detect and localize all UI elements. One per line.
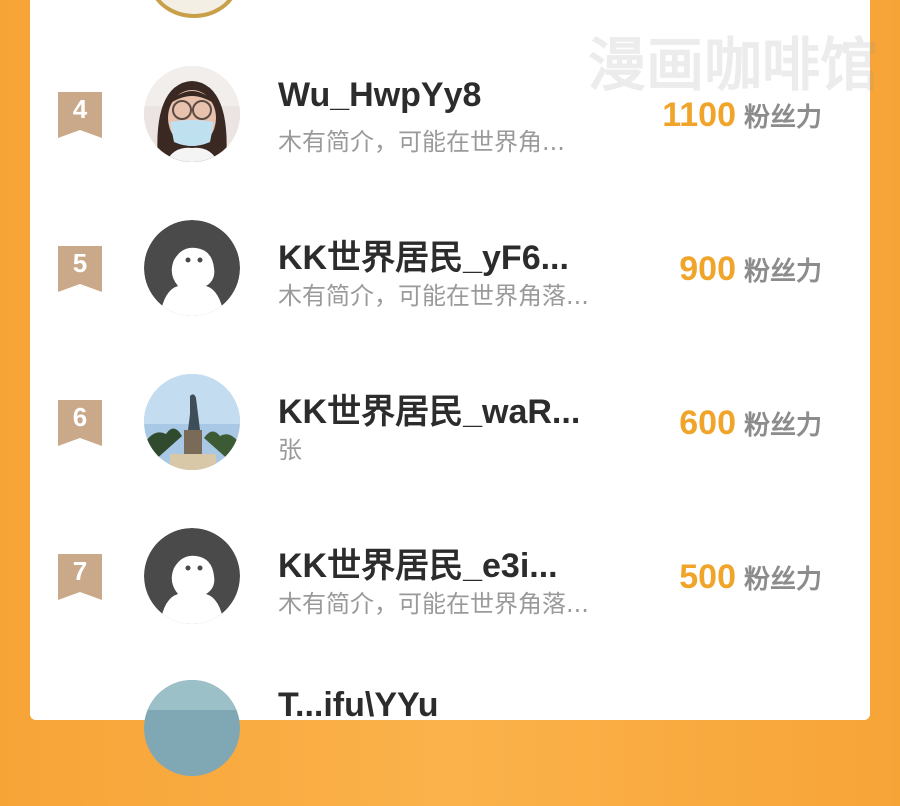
score-unit: 粉丝力 [743,565,822,595]
leaderboard-row[interactable]: T...ifu\YYu [0,656,900,806]
user-bio: 木有简介，可能在世界角落... [278,282,589,310]
score-unit: 粉丝力 [743,103,822,133]
score-value: 600 [679,404,736,442]
user-name[interactable]: Wu_HwpYy8 [278,76,481,115]
rank-badge: 4 [58,92,102,138]
user-avatar[interactable] [144,528,240,624]
fan-power-score: 600 粉丝力 [679,404,822,443]
rank-badge: 6 [58,400,102,446]
user-name[interactable]: KK世界居民_waR... [278,384,580,433]
rank-number: 4 [72,94,88,124]
leaderboard-row[interactable]: 6 KK世界居民_waR... 张 600 粉丝力 [0,348,900,498]
user-bio: 木有简介，可能在世界角... [278,128,565,156]
fan-power-score: 500 粉丝力 [679,558,822,597]
leaderboard-row[interactable]: 5 KK世界居民_yF6... 木有简介，可能在世界角落... 900 粉丝力 [0,194,900,344]
fan-power-score: 900 粉丝力 [679,250,822,289]
score-value: 1100 [662,96,736,134]
rank-number: 5 [72,248,88,278]
leaderboard-row[interactable]: 4 Wu_HwpYy8 木有简介，可能在世界角... 1100 粉丝力 [0,40,900,190]
user-avatar[interactable] [144,680,240,776]
user-avatar[interactable] [144,66,240,162]
user-name[interactable]: KK世界居民_e3i... [278,538,558,587]
score-unit: 粉丝力 [743,411,822,441]
score-value: 500 [679,558,736,596]
score-unit: 粉丝力 [743,257,822,287]
leaderboard-row[interactable]: 7 KK世界居民_e3i... 木有简介，可能在世界角落... 500 粉丝力 [0,502,900,652]
score-value: 900 [679,250,736,288]
user-name[interactable]: KK世界居民_yF6... [278,230,569,279]
user-bio: 木有简介，可能在世界角落... [278,590,589,618]
user-avatar[interactable] [144,374,240,470]
rank-badge: 7 [58,554,102,600]
rank-number: 7 [72,556,88,586]
user-avatar[interactable] [144,220,240,316]
fan-power-score: 1100 粉丝力 [662,96,822,135]
user-bio: 张 [278,436,302,464]
rank-badge: 5 [58,246,102,292]
rank-number: 6 [72,402,88,432]
user-name[interactable]: T...ifu\YYu [278,686,439,725]
